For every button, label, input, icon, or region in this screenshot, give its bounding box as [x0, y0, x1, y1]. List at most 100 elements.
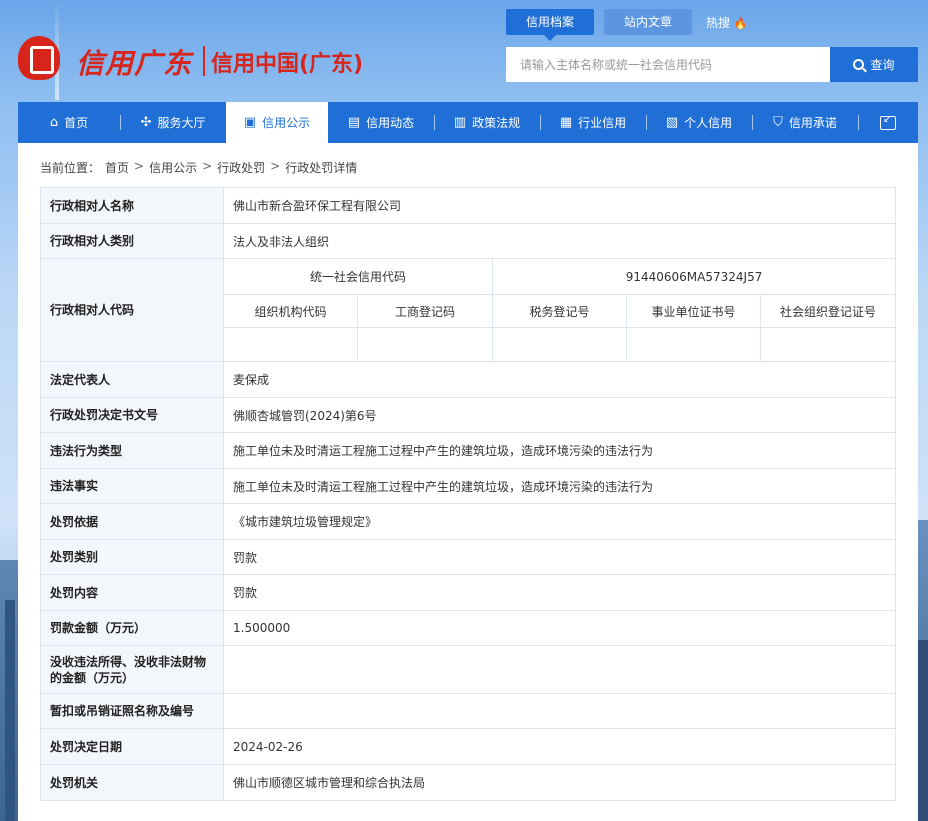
breadcrumb-admin-penalty[interactable]: 行政处罚 — [217, 159, 265, 176]
table-row: 行政相对人名称 佛山市新合盈环保工程有限公司 — [40, 187, 897, 224]
background-building — [5, 600, 15, 821]
field-label: 违法行为类型 — [40, 432, 224, 469]
field-label: 处罚依据 — [40, 503, 224, 540]
field-label: 行政相对人代码 — [40, 258, 224, 362]
nav-item-label: 信用公示 — [262, 116, 311, 130]
logo-icon[interactable] — [18, 36, 60, 80]
nav-item-policy[interactable]: ▥ 政策法规 — [434, 102, 540, 143]
field-label: 罚款金额（万元） — [40, 610, 224, 646]
field-label: 处罚类别 — [40, 539, 224, 575]
field-value: 佛顺杏城管罚(2024)第6号 — [222, 397, 897, 433]
site-header: 信用广东 信用中国(广东) 信用档案 站内文章 热搜 🔥 查询 — [0, 0, 928, 102]
field-value: 2024-02-26 — [222, 728, 897, 765]
tab-credit-archive[interactable]: 信用档案 — [506, 9, 595, 41]
nav-item-credit-news[interactable]: ▤ 信用动态 — [328, 102, 434, 143]
sub-code-value — [492, 327, 627, 362]
sub-code-label: 社会组织登记证号 — [759, 294, 897, 328]
field-value: 佛山市顺德区城市管理和综合执法局 — [222, 764, 897, 801]
field-label: 处罚机关 — [40, 764, 224, 801]
sub-code-value — [223, 327, 358, 362]
table-row: 处罚类别 罚款 — [40, 539, 897, 575]
table-row: 法定代表人 麦保成 — [40, 361, 897, 398]
breadcrumb-credit-publicity[interactable]: 信用公示 — [149, 159, 197, 176]
field-value: 施工单位未及时清运工程施工过程中产生的建筑垃圾，造成环境污染的违法行为 — [222, 468, 897, 504]
field-value: 麦保成 — [222, 361, 897, 398]
nav-item-label: 信用承诺 — [788, 116, 837, 130]
sub-code-value — [759, 327, 897, 362]
search-type-tabs: 信用档案 站内文章 热搜 🔥 — [506, 9, 748, 41]
field-label: 行政相对人类别 — [40, 223, 224, 259]
sub-code-label: 组织机构代码 — [223, 294, 358, 328]
sub-code-label: 工商登记码 — [357, 294, 493, 328]
table-row: 处罚内容 罚款 — [40, 574, 897, 611]
home-icon: ⌂ — [49, 115, 59, 130]
tab-site-articles[interactable]: 站内文章 — [604, 9, 693, 35]
nav-item-label: 政策法规 — [472, 116, 521, 130]
display-icon: ▣ — [243, 115, 257, 130]
field-label: 暂扣或吊销证照名称及编号 — [40, 693, 224, 729]
nav-item-credit-publicity[interactable]: ▣ 信用公示 — [226, 102, 328, 143]
expand-icon — [880, 114, 896, 130]
uscc-label: 统一社会信用代码 — [223, 258, 493, 295]
field-value: 1.500000 — [222, 610, 897, 646]
field-label: 没收违法所得、没收非法财物的金额（万元） — [40, 645, 224, 694]
nav-item-credit-commitment[interactable]: ⛉ 信用承诺 — [752, 102, 858, 143]
field-label: 处罚内容 — [40, 574, 224, 611]
table-row: 处罚依据 《城市建筑垃圾管理规定》 — [40, 503, 897, 540]
sub-code-value — [357, 327, 493, 362]
nav-item-label: 服务大厅 — [157, 116, 206, 130]
nav-item-label: 首页 — [64, 116, 89, 130]
grid-icon: ✣ — [140, 115, 152, 130]
table-row: 没收违法所得、没收非法财物的金额（万元） — [40, 645, 897, 694]
table-row: 行政相对人代码 统一社会信用代码 91440606MA57324J57 — [40, 258, 897, 362]
search-button[interactable]: 查询 — [830, 47, 918, 82]
logo-divider — [203, 46, 205, 76]
search-input[interactable] — [506, 47, 830, 82]
breadcrumb-separator: > — [134, 159, 145, 173]
field-value: 罚款 — [222, 574, 897, 611]
nav-expand-button[interactable] — [858, 102, 918, 143]
doc-icon: ▤ — [347, 115, 361, 130]
book-icon: ▥ — [453, 115, 467, 130]
field-label: 行政相对人名称 — [40, 187, 224, 224]
field-value — [222, 645, 897, 694]
field-value: 罚款 — [222, 539, 897, 575]
penalty-detail-table: 行政相对人名称 佛山市新合盈环保工程有限公司 行政相对人类别 法人及非法人组织 … — [40, 187, 897, 801]
uscc-value: 91440606MA57324J57 — [491, 258, 897, 295]
hot-search-link[interactable]: 热搜 🔥 — [706, 14, 748, 31]
nav-item-home[interactable]: ⌂ 首页 — [18, 102, 120, 143]
nav-item-label: 个人信用 — [684, 116, 733, 130]
field-label: 法定代表人 — [40, 361, 224, 398]
table-row: 行政相对人类别 法人及非法人组织 — [40, 223, 897, 259]
field-value: 《城市建筑垃圾管理规定》 — [222, 503, 897, 540]
nav-item-service-hall[interactable]: ✣ 服务大厅 — [120, 102, 226, 143]
breadcrumb-prefix: 当前位置： — [40, 161, 101, 175]
table-row: 违法行为类型 施工单位未及时清运工程施工过程中产生的建筑垃圾，造成环境污染的违法… — [40, 432, 897, 469]
nav-item-personal-credit[interactable]: ▧ 个人信用 — [646, 102, 752, 143]
field-value: 佛山市新合盈环保工程有限公司 — [222, 187, 897, 224]
breadcrumb-separator: > — [270, 159, 281, 173]
main-content: 当前位置： 首页 > 信用公示 > 行政处罚 > 行政处罚详情 行政相对人名称 … — [18, 143, 918, 821]
field-value: 施工单位未及时清运工程施工过程中产生的建筑垃圾，造成环境污染的违法行为 — [222, 432, 897, 469]
field-value — [222, 693, 897, 729]
table-row: 罚款金额（万元） 1.500000 — [40, 610, 897, 646]
breadcrumb-home[interactable]: 首页 — [105, 159, 129, 176]
breadcrumb-separator: > — [202, 159, 213, 173]
logo-text-credit-china-guangdong[interactable]: 信用中国(广东) — [211, 46, 363, 78]
field-label: 违法事实 — [40, 468, 224, 504]
logo-text-credit-guangdong[interactable]: 信用广东 — [76, 42, 192, 82]
table-row: 处罚机关 佛山市顺德区城市管理和综合执法局 — [40, 764, 897, 801]
hot-search-label: 热搜 — [706, 15, 731, 30]
search-icon — [853, 59, 865, 70]
main-nav: ⌂ 首页 ✣ 服务大厅 ▣ 信用公示 ▤ 信用动态 ▥ 政策法规 ▦ 行业信用 … — [18, 102, 918, 143]
breadcrumb: 当前位置： 首页 > 信用公示 > 行政处罚 > 行政处罚详情 — [40, 159, 357, 176]
nav-item-industry-credit[interactable]: ▦ 行业信用 — [540, 102, 646, 143]
sub-code-value — [626, 327, 761, 362]
sub-code-label: 税务登记号 — [492, 294, 627, 328]
flame-icon: 🔥 — [733, 16, 748, 30]
field-value: 法人及非法人组织 — [222, 223, 897, 259]
id-card-icon: ▧ — [665, 115, 679, 130]
table-row: 行政处罚决定书文号 佛顺杏城管罚(2024)第6号 — [40, 397, 897, 433]
shield-icon: ⛉ — [773, 115, 783, 130]
sub-code-label: 事业单位证书号 — [626, 294, 761, 328]
